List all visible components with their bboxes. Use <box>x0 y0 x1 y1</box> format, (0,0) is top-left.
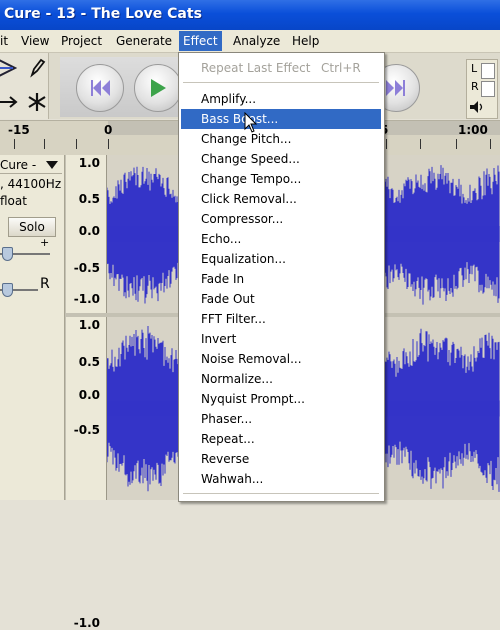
menu-bar: it View Project Generate Effect Analyze … <box>0 30 500 53</box>
amplitude-label: -1.0 <box>73 616 100 630</box>
track-format: float <box>0 194 27 208</box>
menu-separator <box>183 493 379 494</box>
menu-item-repeat-last-effect: Repeat Last Effect Ctrl+R <box>181 58 381 78</box>
menu-item-normalize[interactable]: Normalize... <box>181 369 381 389</box>
amplitude-label: 0.0 <box>78 388 100 402</box>
menu-item-fft-filter[interactable]: FFT Filter... <box>181 309 381 329</box>
amplitude-label: -1.0 <box>73 292 100 306</box>
gain-slider[interactable] <box>2 247 13 261</box>
menu-help[interactable]: Help <box>288 33 323 49</box>
track-sample-rate: , 44100Hz <box>0 177 62 191</box>
menu-generate[interactable]: Generate <box>112 33 176 49</box>
ruler-tick <box>14 139 15 149</box>
menu-item-compressor[interactable]: Compressor... <box>181 209 381 229</box>
effect-menu-dropdown: Repeat Last Effect Ctrl+R Amplify... Bas… <box>178 52 385 502</box>
meter-right-bar <box>481 81 495 97</box>
menu-edit[interactable]: it <box>0 33 12 49</box>
menu-item-phaser[interactable]: Phaser... <box>181 409 381 429</box>
menu-item-click-removal[interactable]: Click Removal... <box>181 189 381 209</box>
amplitude-label: 1.0 <box>78 318 100 332</box>
ruler-tick <box>44 139 45 149</box>
ruler-tick <box>108 139 109 149</box>
window-title: Cure - 13 - The Love Cats <box>4 6 202 22</box>
meter-left-label: L <box>471 62 478 75</box>
menu-item-fade-out[interactable]: Fade Out <box>181 289 381 309</box>
menu-item-change-speed[interactable]: Change Speed... <box>181 149 381 169</box>
chevron-down-icon <box>46 161 58 169</box>
amplitude-label: 0.5 <box>78 355 100 369</box>
pan-slider[interactable] <box>2 283 13 297</box>
track-name-dropdown[interactable]: Cure - <box>0 157 62 174</box>
level-meter[interactable]: L R <box>466 59 498 119</box>
skip-to-start-button[interactable] <box>76 64 124 112</box>
repeat-last-effect-shortcut: Ctrl+R <box>321 61 361 75</box>
track-control-panel: Cure - , 44100Hz float Solo + R <box>0 155 65 500</box>
envelope-tool-icon[interactable] <box>0 55 18 81</box>
menu-item-change-tempo[interactable]: Change Tempo... <box>181 169 381 189</box>
ruler-label: -15 <box>8 123 30 137</box>
skip-start-icon <box>91 80 110 96</box>
skip-end-icon <box>386 80 405 96</box>
play-button[interactable] <box>134 64 182 112</box>
amplitude-label: 0.0 <box>78 224 100 238</box>
play-icon <box>151 79 166 97</box>
menu-item-echo[interactable]: Echo... <box>181 229 381 249</box>
solo-label: Solo <box>19 220 45 234</box>
ruler-label: 1:00 <box>458 123 488 137</box>
ruler-tick <box>456 139 457 149</box>
ruler-tick <box>490 139 491 149</box>
tools-panel <box>0 53 49 119</box>
menu-item-fade-in[interactable]: Fade In <box>181 269 381 289</box>
track-name: Cure - <box>0 158 37 172</box>
amplitude-label: 1.0 <box>78 156 100 170</box>
ruler-tick <box>76 139 77 149</box>
title-bar: Cure - 13 - The Love Cats <box>0 0 500 30</box>
amplitude-label: -0.5 <box>73 261 100 275</box>
multi-tool-icon[interactable] <box>26 89 48 115</box>
menu-project[interactable]: Project <box>57 33 106 49</box>
amplitude-label: 0.5 <box>78 192 100 206</box>
menu-item-repeat[interactable]: Repeat... <box>181 429 381 449</box>
draw-pencil-icon[interactable] <box>26 55 48 81</box>
menu-view[interactable]: View <box>17 33 53 49</box>
repeat-last-effect-label: Repeat Last Effect <box>201 61 311 75</box>
ruler-tick <box>386 139 387 149</box>
menu-separator <box>183 82 379 83</box>
menu-item-wahwah[interactable]: Wahwah... <box>181 469 381 489</box>
menu-analyze[interactable]: Analyze <box>229 33 284 49</box>
menu-item-equalization[interactable]: Equalization... <box>181 249 381 269</box>
gain-plus-label: + <box>40 236 50 249</box>
meter-right-label: R <box>471 80 479 93</box>
pan-right-label: R <box>40 276 50 292</box>
menu-item-reverse[interactable]: Reverse <box>181 449 381 469</box>
menu-item-noise-removal[interactable]: Noise Removal... <box>181 349 381 369</box>
meter-left-bar <box>481 63 495 79</box>
amplitude-ruler-top: 1.0 0.5 0.0 -0.5 -1.0 <box>66 155 107 313</box>
time-shift-icon[interactable] <box>0 89 18 115</box>
ruler-tick <box>420 139 421 149</box>
ruler-label: 0 <box>104 123 113 137</box>
menu-item-invert[interactable]: Invert <box>181 329 381 349</box>
speaker-icon <box>470 101 483 113</box>
amplitude-label: -0.5 <box>73 423 100 437</box>
solo-button[interactable]: Solo <box>8 217 56 237</box>
mouse-pointer-icon <box>244 112 258 133</box>
menu-item-amplify[interactable]: Amplify... <box>181 89 381 109</box>
menu-item-bass-boost[interactable]: Bass Boost... <box>181 109 381 129</box>
menu-item-change-pitch[interactable]: Change Pitch... <box>181 129 381 149</box>
menu-effect[interactable]: Effect <box>179 31 222 51</box>
amplitude-ruler-bottom: 1.0 0.5 0.0 -0.5 -1.0 <box>66 317 107 630</box>
menu-item-nyquist-prompt[interactable]: Nyquist Prompt... <box>181 389 381 409</box>
